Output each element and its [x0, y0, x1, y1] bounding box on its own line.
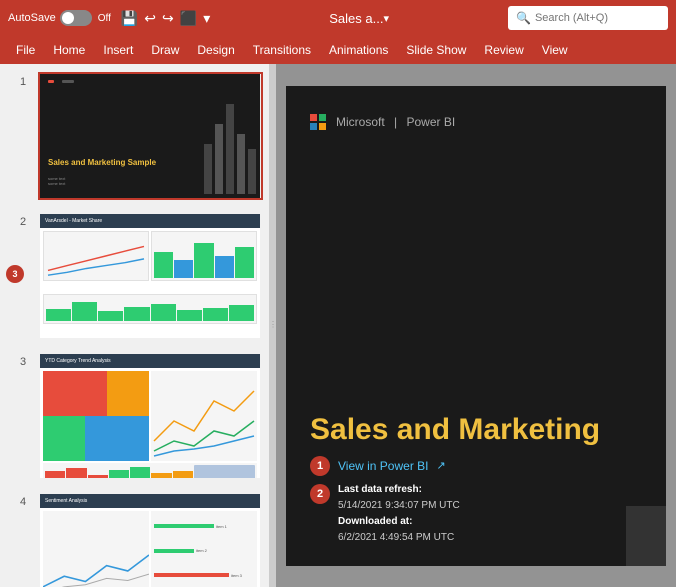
badge-1: 1	[310, 456, 330, 476]
slide-4-number: 4	[20, 492, 32, 508]
search-input[interactable]	[535, 12, 660, 24]
data-refresh-block: Last data refresh: 5/14/2021 9:34:07 PM …	[338, 482, 460, 546]
slide-1-bar-chart	[200, 100, 260, 198]
undo-icon[interactable]: ↩	[144, 10, 156, 27]
slide-1-top	[48, 80, 74, 83]
microsoft-label: Microsoft	[336, 115, 385, 129]
slide-1-canvas: Sales and Marketing Sample some text som…	[40, 74, 260, 198]
last-refresh-label: Last data refresh:	[338, 484, 422, 495]
autosave-label: AutoSave	[8, 12, 56, 24]
more-icon[interactable]: ▾	[203, 10, 210, 27]
menu-insert[interactable]: Insert	[95, 39, 141, 61]
slide-3-thumb[interactable]: YTD Category Trend Analysis	[38, 352, 263, 480]
badge-2: 2	[310, 484, 330, 504]
divider: |	[394, 115, 397, 129]
msft-sq-green	[319, 114, 326, 121]
menu-view[interactable]: View	[534, 39, 576, 61]
slide-3-canvas: YTD Category Trend Analysis	[40, 354, 260, 478]
save-icon[interactable]: 💾	[121, 10, 138, 27]
slides-panel[interactable]: 1 Sales and Marketing Sample some text s…	[0, 64, 270, 587]
title-bar-icons: 💾 ↩ ↪ ⬛ ▾	[121, 10, 210, 27]
menu-review[interactable]: Review	[476, 39, 531, 61]
menu-bar: File Home Insert Draw Design Transitions…	[0, 36, 676, 64]
slide-3-number: 3	[20, 352, 32, 368]
slide-3-content	[40, 368, 260, 478]
slide-4-bg: Sentiment Analysis	[40, 494, 260, 587]
slide-1-thumb[interactable]: Sales and Marketing Sample some text som…	[38, 72, 263, 200]
msft-sq-yellow	[319, 123, 326, 130]
brand-text: Microsoft | Power BI	[336, 115, 455, 129]
doc-title: Sales a...	[329, 11, 383, 26]
slide-1-sub: some text some text	[48, 176, 65, 186]
slide-4-thumb[interactable]: Sentiment Analysis	[38, 492, 263, 587]
menu-file[interactable]: File	[8, 39, 43, 61]
external-link-icon: ↗	[437, 459, 446, 472]
main-slide-title: Sales and Marketing	[310, 413, 600, 446]
msft-sq-red	[310, 114, 317, 121]
menu-design[interactable]: Design	[189, 39, 242, 61]
slide-2-chart-1	[43, 231, 149, 281]
mini-bar-group-2	[44, 295, 256, 323]
toggle-knob	[62, 12, 74, 24]
menu-home[interactable]: Home	[45, 39, 93, 61]
badge-1-area: 1 View in Power BI ↗	[310, 456, 446, 476]
badge-3: 3	[6, 265, 24, 283]
downloaded-label: Downloaded at:	[338, 516, 412, 527]
slide-2-canvas: VanArsdel - Market Share	[40, 214, 260, 338]
search-icon: 🔍	[516, 11, 531, 25]
title-dropdown-arrow[interactable]: ▾	[383, 12, 389, 25]
slide-3-header: YTD Category Trend Analysis	[40, 354, 260, 368]
slide-2-number: 2	[20, 212, 32, 228]
slide-4-container: 4 Sentiment Analysis	[0, 484, 269, 587]
dot-red	[48, 80, 54, 83]
menu-transitions[interactable]: Transitions	[245, 39, 319, 61]
search-bar[interactable]: 🔍	[508, 6, 668, 30]
main-msft-header: Microsoft | Power BI	[310, 114, 455, 130]
slide-2-bg: VanArsdel - Market Share	[40, 214, 260, 338]
msft-logo	[310, 114, 326, 130]
menu-draw[interactable]: Draw	[143, 39, 187, 61]
menu-animations[interactable]: Animations	[321, 39, 396, 61]
slide-main-view: Microsoft | Power BI Sales and Marketing…	[276, 64, 676, 587]
redo-icon[interactable]: ↪	[162, 10, 174, 27]
slide-1-container: 1 Sales and Marketing Sample some text s…	[0, 64, 269, 204]
title-bar: AutoSave Off 💾 ↩ ↪ ⬛ ▾ Sales a... ▾ 🔍	[0, 0, 676, 36]
slide-2-chart-2	[151, 231, 257, 281]
mini-bar-group-1	[152, 232, 256, 280]
powerbi-label: Power BI	[407, 115, 456, 129]
title-bar-left: AutoSave Off	[8, 10, 111, 26]
slide-3-bg: YTD Category Trend Analysis	[40, 354, 260, 478]
msft-sq-blue	[310, 123, 317, 130]
menu-slideshow[interactable]: Slide Show	[398, 39, 474, 61]
dark-overlay	[626, 506, 666, 566]
slide-2-content	[40, 228, 260, 338]
slide-1-number: 1	[20, 72, 32, 88]
view-in-powerbi-link[interactable]: View in Power BI	[338, 459, 429, 473]
slide-2-chart-3	[43, 294, 257, 324]
slide-1-bg: Sales and Marketing Sample some text som…	[40, 74, 260, 198]
main-area: 1 Sales and Marketing Sample some text s…	[0, 64, 676, 587]
slide-2-container: 2 VanArsdel - Market Share	[0, 204, 269, 344]
title-center: Sales a... ▾	[216, 11, 502, 26]
badge-2-area: 2 Last data refresh: 5/14/2021 9:34:07 P…	[310, 482, 460, 546]
autosave-toggle[interactable]	[60, 10, 92, 26]
slide-2-thumb[interactable]: VanArsdel - Market Share	[38, 212, 263, 340]
last-refresh-value: 5/14/2021 9:34:07 PM UTC	[338, 500, 460, 511]
downloaded-value: 6/2/2021 4:49:54 PM UTC	[338, 532, 454, 543]
dot-grey	[62, 80, 74, 83]
slide-2-wrapper: 3 2 VanArsdel - Market Share	[0, 204, 269, 344]
main-slide-canvas: Microsoft | Power BI Sales and Marketing…	[286, 86, 666, 566]
autosave-state: Off	[98, 13, 111, 24]
slide-4-canvas: Sentiment Analysis	[40, 494, 260, 587]
slide-4-header: Sentiment Analysis	[40, 494, 260, 508]
slide-3-container: 3 YTD Category Trend Analysis	[0, 344, 269, 484]
present-icon[interactable]: ⬛	[180, 10, 197, 27]
slide-2-header: VanArsdel - Market Share	[40, 214, 260, 228]
slide-1-title-text: Sales and Marketing Sample	[48, 158, 156, 168]
